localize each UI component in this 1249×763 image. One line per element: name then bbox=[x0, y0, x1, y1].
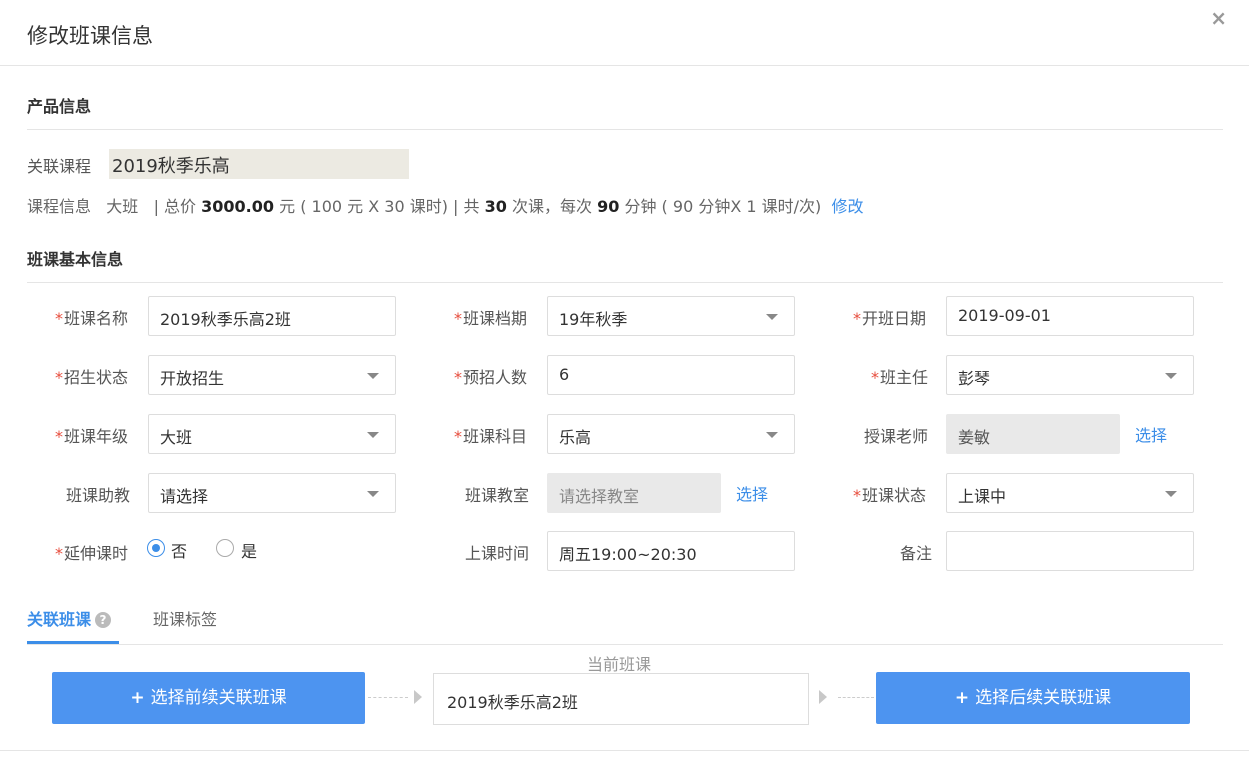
head-teacher-label: *班主任 bbox=[871, 368, 929, 387]
teacher-field: 姜敏 bbox=[946, 414, 1120, 454]
tab-linked-classes[interactable]: 关联班课? bbox=[27, 606, 112, 630]
class-status-select[interactable]: 上课中 bbox=[946, 473, 1194, 513]
select-teacher-link[interactable]: 选择 bbox=[1135, 422, 1167, 446]
extend-yes-radio[interactable] bbox=[216, 539, 234, 557]
required-mark: * bbox=[871, 368, 879, 387]
arrow-right-icon bbox=[414, 690, 422, 704]
required-mark: * bbox=[55, 368, 63, 387]
planned-count-input[interactable]: 6 bbox=[547, 355, 795, 395]
current-class-label: 当前班课 bbox=[587, 655, 652, 674]
required-mark: * bbox=[55, 427, 63, 446]
start-date-input[interactable]: 2019-09-01 bbox=[946, 296, 1194, 336]
current-class-box: 2019秋季乐高2班 bbox=[433, 673, 809, 725]
assistant-select[interactable]: 请选择 bbox=[148, 473, 396, 513]
dialog-header: 修改班课信息 × bbox=[0, 0, 1249, 66]
required-mark: * bbox=[454, 368, 462, 387]
plus-icon: + bbox=[130, 688, 145, 708]
enroll-status-select[interactable]: 开放招生 bbox=[148, 355, 396, 395]
required-mark: * bbox=[454, 427, 462, 446]
select-previous-class-button[interactable]: + 选择前续关联班课 bbox=[52, 672, 365, 724]
extend-yes-label[interactable]: 是 bbox=[241, 538, 257, 562]
tab-class-tags[interactable]: 班课标签 bbox=[153, 606, 217, 630]
grade-select[interactable]: 大班 bbox=[148, 414, 396, 454]
course-value: 2019秋季乐高 bbox=[109, 149, 409, 179]
extend-label: *延伸课时 bbox=[55, 544, 129, 563]
required-mark: * bbox=[853, 486, 861, 505]
chevron-down-icon bbox=[367, 491, 379, 497]
chevron-down-icon bbox=[367, 432, 379, 438]
class-name-input[interactable]: 2019秋季乐高2班 bbox=[148, 296, 396, 336]
class-status-label: *班课状态 bbox=[853, 486, 927, 505]
enroll-status-label: *招生状态 bbox=[55, 368, 129, 387]
planned-count-label: *预招人数 bbox=[454, 368, 528, 387]
required-mark: * bbox=[55, 309, 63, 328]
required-mark: * bbox=[454, 309, 462, 328]
connector-line bbox=[838, 697, 874, 698]
class-name-label: *班课名称 bbox=[55, 309, 129, 328]
course-info-line: 课程信息 大班 | 总价 3000.00 元 ( 100 元 X 30 课时) … bbox=[27, 193, 863, 217]
assistant-label: 班课助教 bbox=[66, 486, 131, 505]
chevron-down-icon bbox=[367, 373, 379, 379]
select-classroom-link[interactable]: 选择 bbox=[736, 481, 768, 505]
classroom-field: 请选择教室 bbox=[547, 473, 721, 513]
subject-label: *班课科目 bbox=[454, 427, 528, 446]
plus-icon: + bbox=[954, 688, 970, 708]
lesson-minutes: 90 bbox=[597, 197, 620, 216]
extend-no-label[interactable]: 否 bbox=[171, 538, 187, 562]
chevron-down-icon bbox=[766, 314, 778, 320]
remark-input[interactable] bbox=[946, 531, 1194, 571]
connector-line bbox=[368, 697, 408, 698]
teacher-label: 授课老师 bbox=[864, 427, 929, 446]
course-label: 关联课程 bbox=[27, 157, 92, 176]
remark-label: 备注 bbox=[900, 544, 933, 563]
class-type: 大班 bbox=[106, 197, 139, 216]
product-section-title: 产品信息 bbox=[27, 97, 92, 116]
arrow-right-icon bbox=[819, 690, 827, 704]
minutes-detail: 分钟 ( 90 分钟X 1 课时/次) bbox=[624, 197, 822, 216]
edit-class-dialog: 修改班课信息 × 产品信息 关联课程 2019秋季乐高 课程信息 大班 | 总价… bbox=[0, 0, 1249, 763]
extend-no-radio[interactable] bbox=[147, 539, 165, 557]
term-select[interactable]: 19年秋季 bbox=[547, 296, 795, 336]
schedule-input[interactable]: 周五19:00~20:30 bbox=[547, 531, 795, 571]
term-label: *班课档期 bbox=[454, 309, 528, 328]
price-prefix: | 总价 bbox=[153, 197, 197, 216]
total-price: 3000.00 bbox=[201, 197, 275, 216]
footer-divider bbox=[0, 750, 1249, 751]
divider bbox=[27, 282, 1223, 283]
chevron-down-icon bbox=[1165, 491, 1177, 497]
close-icon[interactable]: × bbox=[1210, 6, 1227, 30]
course-info-label: 课程信息 bbox=[27, 197, 92, 216]
help-icon[interactable]: ? bbox=[95, 612, 112, 628]
lesson-count: 30 bbox=[484, 197, 507, 216]
chevron-down-icon bbox=[766, 432, 778, 438]
classroom-label: 班课教室 bbox=[465, 486, 530, 505]
chevron-down-icon bbox=[1165, 373, 1177, 379]
edit-course-link[interactable]: 修改 bbox=[831, 197, 863, 216]
price-detail: 元 ( 100 元 X 30 课时) | 共 bbox=[279, 197, 480, 216]
schedule-label: 上课时间 bbox=[465, 544, 530, 563]
basic-section-title: 班课基本信息 bbox=[27, 250, 124, 269]
lesson-text: 次课，每次 bbox=[512, 197, 593, 216]
dialog-title: 修改班课信息 bbox=[27, 24, 153, 48]
required-mark: * bbox=[55, 544, 63, 563]
head-teacher-select[interactable]: 彭琴 bbox=[946, 355, 1194, 395]
grade-label: *班课年级 bbox=[55, 427, 129, 446]
subject-select[interactable]: 乐高 bbox=[547, 414, 795, 454]
divider bbox=[27, 129, 1223, 130]
required-mark: * bbox=[853, 309, 861, 328]
start-date-label: *开班日期 bbox=[853, 309, 927, 328]
tabs-divider bbox=[27, 644, 1223, 645]
select-next-class-button[interactable]: + 选择后续关联班课 bbox=[876, 672, 1190, 724]
